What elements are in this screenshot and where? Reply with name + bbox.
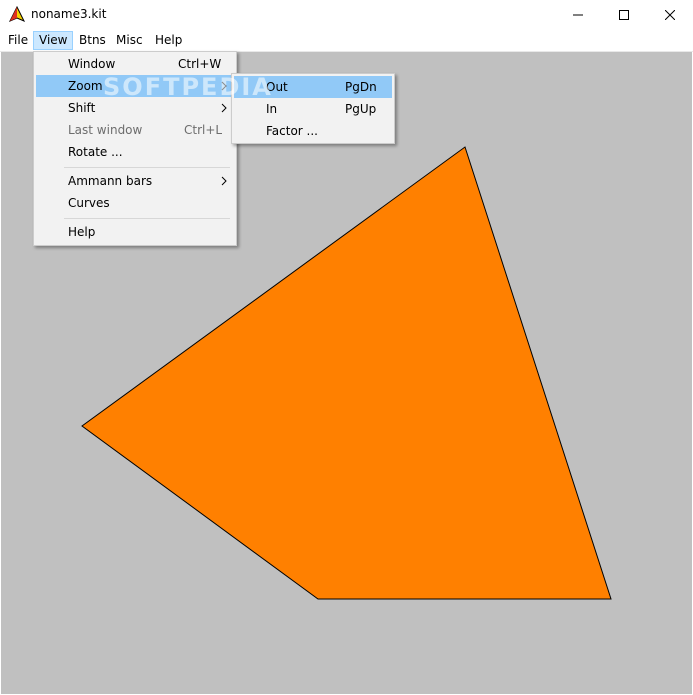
kite-app-icon [8, 5, 26, 24]
menu-item-label: Window [68, 57, 116, 71]
menu-item-label: Ammann bars [68, 174, 153, 188]
window-title: noname3.kit [31, 7, 107, 21]
menu-item-window[interactable]: Window Ctrl+W [36, 53, 234, 75]
menu-item-zoom-in[interactable]: In PgUp [234, 98, 392, 120]
menu-separator [64, 167, 230, 168]
menu-item-help[interactable]: Help [36, 221, 234, 243]
close-icon [665, 10, 675, 20]
menu-item-label: Zoom [68, 79, 103, 93]
menu-item-shortcut: PgDn [345, 80, 377, 94]
maximize-button[interactable] [601, 0, 647, 30]
menu-file[interactable]: File [2, 31, 34, 50]
title-bar[interactable]: noname3.kit [0, 0, 693, 30]
menu-item-last-window: Last window Ctrl+L [36, 119, 234, 141]
maximize-icon [619, 10, 629, 20]
menu-item-label: Help [68, 225, 96, 239]
menu-item-curves[interactable]: Curves [36, 192, 234, 214]
app-window: noname3.kit File View Btns Misc Help Win… [0, 0, 693, 695]
menu-bar: File View Btns Misc Help [0, 30, 693, 52]
minimize-button[interactable] [555, 0, 601, 30]
menu-item-shortcut: PgUp [345, 102, 377, 116]
watermark-text: SOFTPEDIA [103, 73, 273, 101]
menu-item-label: In [266, 102, 278, 116]
close-button[interactable] [647, 0, 693, 30]
menu-item-ammann-bars[interactable]: Ammann bars [36, 170, 234, 192]
menu-item-shortcut: Ctrl+L [184, 123, 223, 137]
minimize-icon [573, 14, 583, 16]
menu-item-shortcut: Ctrl+W [178, 57, 222, 71]
menu-item-label: Rotate ... [68, 145, 123, 159]
menu-item-label: Last window [68, 123, 143, 137]
menu-item-label: Curves [68, 196, 110, 210]
menu-item-label: Shift [68, 101, 96, 115]
menu-item-zoom-factor[interactable]: Factor ... [234, 120, 392, 142]
menu-help[interactable]: Help [149, 31, 188, 50]
menu-view[interactable]: View [33, 31, 74, 50]
menu-separator [64, 218, 230, 219]
menu-item-label: Factor ... [266, 124, 318, 138]
menu-misc[interactable]: Misc [110, 31, 149, 50]
menu-btns[interactable]: Btns [73, 31, 112, 50]
menu-item-rotate[interactable]: Rotate ... [36, 141, 234, 163]
